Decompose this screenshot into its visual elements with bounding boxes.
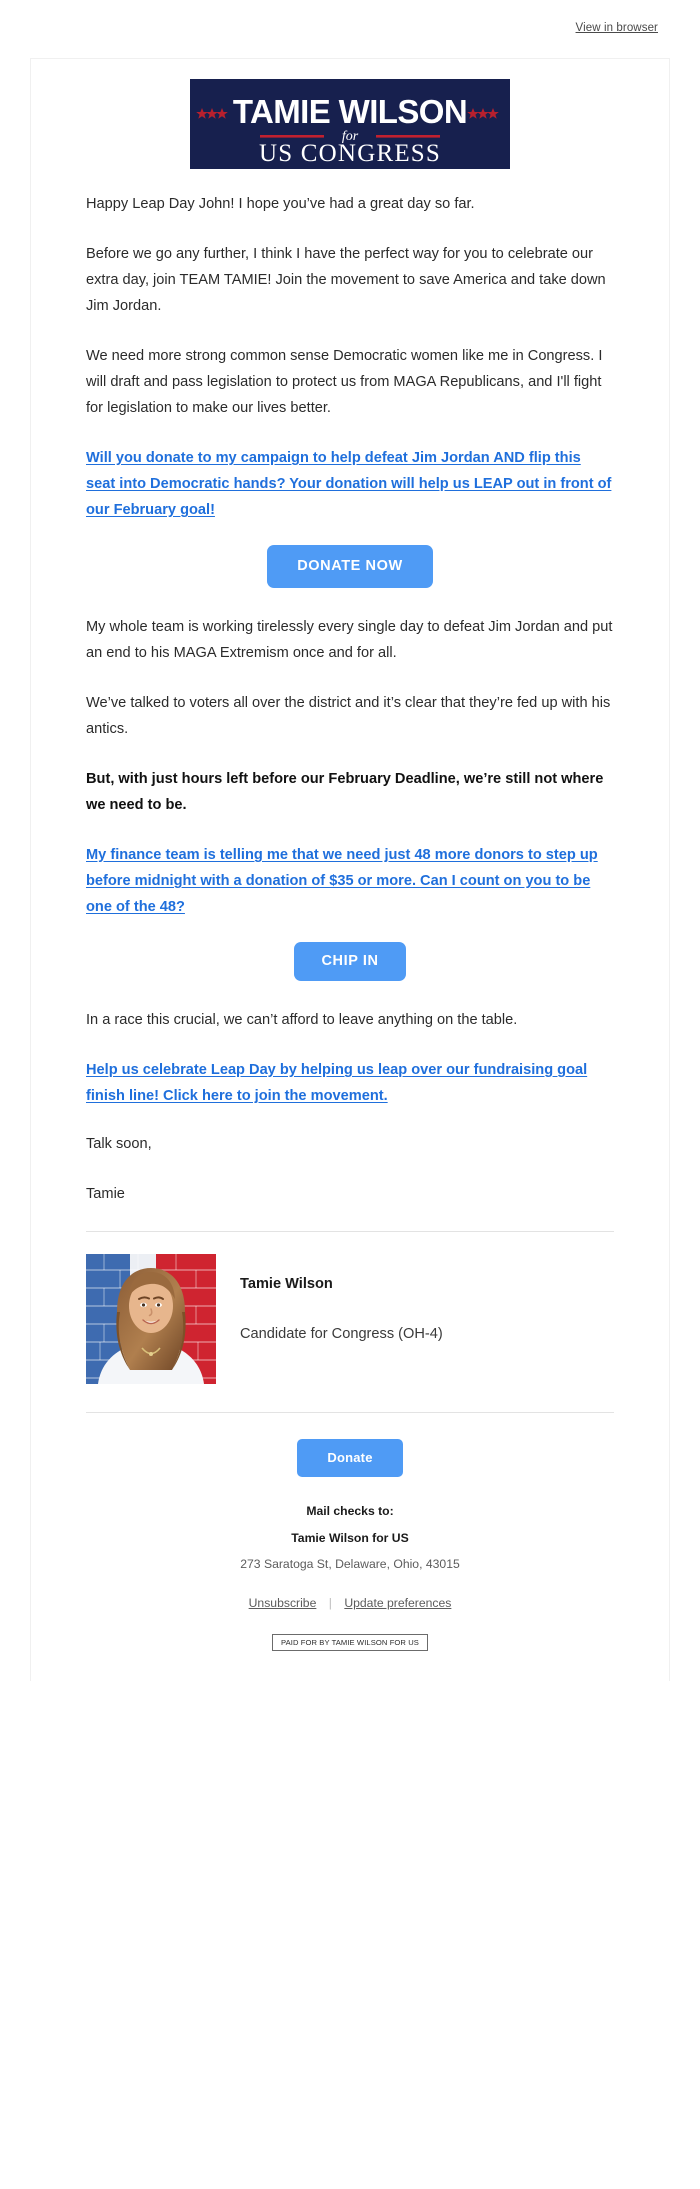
email-body: Happy Leap Day John! I hope you’ve had a… xyxy=(31,191,669,1207)
paragraph-intro: Before we go any further, I think I have… xyxy=(86,246,606,314)
leap-day-link[interactable]: Help us celebrate Leap Day by helping us… xyxy=(86,1062,587,1104)
paragraph-signature: Tamie xyxy=(86,1186,125,1202)
campaign-logo-banner: TAMIE WILSON for US CONGRESS xyxy=(190,79,510,169)
paragraph-signoff: Talk soon, xyxy=(86,1136,152,1152)
paragraph-platform: We need more strong common sense Democra… xyxy=(86,348,603,416)
view-in-browser-link[interactable]: View in browser xyxy=(576,22,658,34)
mail-checks-label: Mail checks to: xyxy=(306,1504,394,1518)
donate-appeal-link[interactable]: Will you donate to my campaign to help d… xyxy=(86,450,611,518)
donate-now-button[interactable]: DONATE NOW xyxy=(267,545,433,588)
email-page: View in browser TAMIE WILSON for US CONG… xyxy=(0,0,700,2189)
donate-now-cta-row: DONATE NOW xyxy=(86,545,614,588)
footer-link-separator: | xyxy=(328,1596,332,1610)
donate-appeal-link-paragraph: Will you donate to my campaign to help d… xyxy=(86,445,614,523)
candidate-photo-svg xyxy=(86,1254,216,1384)
finance-team-link[interactable]: My finance team is telling me that we ne… xyxy=(86,847,598,915)
chip-in-button[interactable]: CHIP IN xyxy=(294,942,406,981)
unsubscribe-link[interactable]: Unsubscribe xyxy=(249,1596,317,1610)
campaign-logo-svg: TAMIE WILSON for US CONGRESS xyxy=(190,79,510,169)
paragraph-voters: We’ve talked to voters all over the dist… xyxy=(86,695,611,737)
paid-for-disclaimer: PAID FOR BY TAMIE WILSON FOR US xyxy=(86,1632,614,1651)
footer-donate-button[interactable]: Donate xyxy=(297,1439,403,1477)
email-footer: Donate Mail checks to: Tamie Wilson for … xyxy=(31,1413,669,1681)
update-preferences-link[interactable]: Update preferences xyxy=(344,1596,451,1610)
signature-block: Tamie Wilson Candidate for Congress (OH-… xyxy=(31,1232,669,1384)
paragraph-deadline-warning: But, with just hours left before our Feb… xyxy=(86,771,604,813)
leap-day-link-paragraph: Help us celebrate Leap Day by helping us… xyxy=(86,1057,614,1109)
signature-role: Candidate for Congress (OH-4) xyxy=(240,1326,443,1342)
footer-links: Unsubscribe | Update preferences xyxy=(86,1596,614,1610)
preheader: View in browser xyxy=(0,0,700,58)
paragraph-race-crucial: In a race this crucial, we can’t afford … xyxy=(86,1012,518,1028)
logo-rule-left xyxy=(260,135,324,138)
logo-office-text: US CONGRESS xyxy=(259,140,441,167)
payee-name: Tamie Wilson for US xyxy=(291,1531,409,1545)
finance-team-link-paragraph: My finance team is telling me that we ne… xyxy=(86,842,614,920)
signature-text: Tamie Wilson Candidate for Congress (OH-… xyxy=(216,1254,443,1344)
logo-name-text: TAMIE WILSON xyxy=(233,93,467,130)
mailing-address: 273 Saratoga St, Delaware, Ohio, 43015 xyxy=(240,1557,460,1571)
chip-in-cta-row: CHIP IN xyxy=(86,942,614,981)
candidate-photo xyxy=(86,1254,216,1384)
paragraph-team-effort: My whole team is working tirelessly ever… xyxy=(86,619,613,661)
email-card: TAMIE WILSON for US CONGRESS Happy Leap … xyxy=(30,58,670,1681)
paid-for-disclaimer-text: PAID FOR BY TAMIE WILSON FOR US xyxy=(272,1634,428,1651)
signature-name: Tamie Wilson xyxy=(240,1276,333,1292)
logo-rule-right xyxy=(376,135,440,138)
paragraph-greeting: Happy Leap Day John! I hope you’ve had a… xyxy=(86,196,475,212)
logo-header: TAMIE WILSON for US CONGRESS xyxy=(31,59,669,183)
